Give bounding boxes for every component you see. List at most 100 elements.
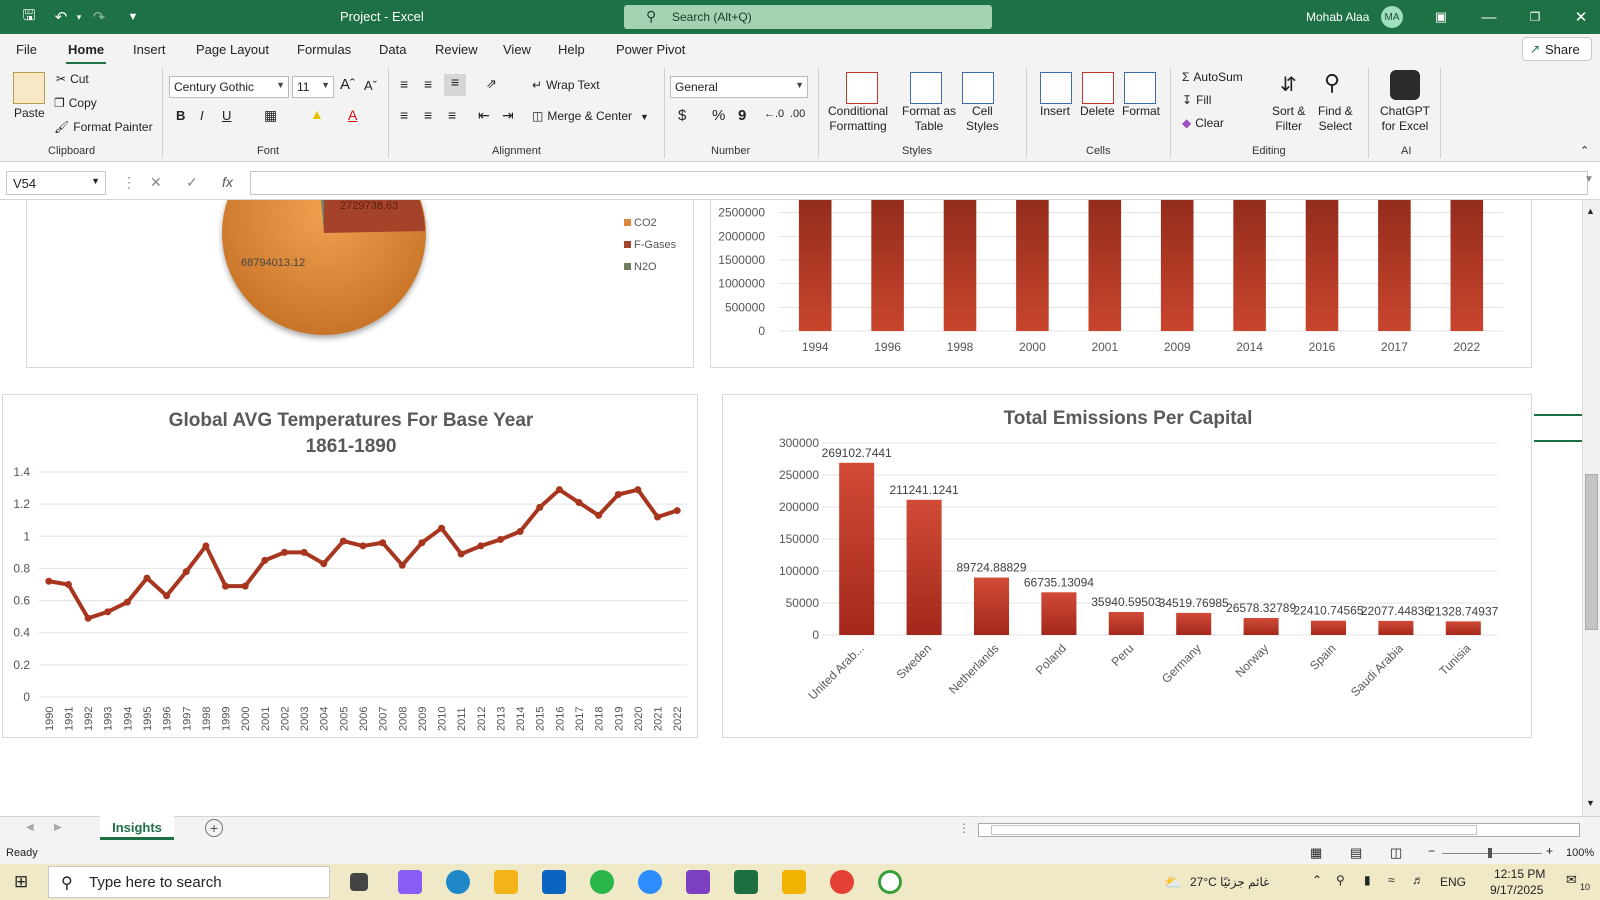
merge-center-button[interactable]: ◫ Merge & Center ▼ — [532, 109, 649, 123]
zoom-app-icon[interactable] — [638, 870, 662, 894]
horizontal-scroll-thumb[interactable] — [991, 825, 1477, 835]
formula-input[interactable] — [250, 171, 1588, 195]
zoom-out-icon[interactable]: − — [1428, 844, 1435, 858]
clock-date[interactable]: 9/17/2025 — [1490, 883, 1543, 897]
ribbon-display-icon[interactable]: ▣ — [1430, 6, 1452, 28]
align-right-icon[interactable]: ≡ — [448, 107, 456, 123]
tab-insert[interactable]: Insert — [133, 42, 166, 57]
borders-icon[interactable]: ▦ — [264, 107, 277, 124]
temperature-line-chart-container[interactable]: Global AVG Temperatures For Base Year 18… — [2, 394, 698, 738]
tab-home[interactable]: Home — [68, 42, 104, 57]
tab-formulas[interactable]: Formulas — [297, 42, 351, 57]
scroll-up-icon[interactable]: ▲ — [1586, 206, 1595, 216]
expand-formula-icon[interactable]: ▼ — [1584, 174, 1594, 185]
fill-button[interactable]: ↧ Fill — [1182, 93, 1211, 107]
undo-dropdown-icon[interactable]: ▾ — [68, 6, 90, 28]
scroll-thumb[interactable] — [1585, 474, 1598, 630]
windows-start-icon[interactable]: ⊞ — [14, 872, 28, 892]
battery-icon[interactable]: ▮ — [1364, 873, 1371, 887]
sort-filter-icon[interactable]: ⇵ — [1280, 72, 1297, 97]
cancel-entry-icon[interactable]: ✕ — [150, 174, 162, 191]
worksheet-grid[interactable]: 68794013.12 2729738.63 CO2 F-Gases N2O 3… — [0, 200, 1582, 816]
underline-icon[interactable]: U — [222, 108, 231, 123]
chrome-icon[interactable] — [830, 870, 854, 894]
add-sheet-icon[interactable]: + — [205, 819, 223, 837]
decrease-decimal-icon[interactable]: .00 — [790, 108, 805, 120]
next-sheet-icon[interactable]: ▶ — [54, 822, 62, 833]
wifi-icon[interactable]: ≈ — [1388, 873, 1395, 887]
confirm-entry-icon[interactable]: ✓ — [186, 174, 198, 191]
conditional-formatting-icon[interactable] — [846, 72, 878, 104]
sort-filter-button[interactable]: Sort & Filter — [1272, 104, 1305, 134]
visual-studio-icon[interactable] — [686, 870, 710, 894]
tab-view[interactable]: View — [503, 42, 531, 57]
user-name[interactable]: Mohab Alaa — [1306, 10, 1369, 24]
maximize-icon[interactable]: ❐ — [1524, 6, 1546, 28]
increase-font-icon[interactable]: Aˆ — [340, 76, 355, 93]
tray-chevron-icon[interactable]: ⌃ — [1312, 873, 1322, 887]
network-icon[interactable]: ⚲ — [1336, 873, 1345, 887]
insert-cells-icon[interactable] — [1040, 72, 1072, 104]
format-as-table-icon[interactable] — [910, 72, 942, 104]
file-explorer-icon[interactable] — [494, 870, 518, 894]
tab-review[interactable]: Review — [435, 42, 478, 57]
tab-data[interactable]: Data — [379, 42, 406, 57]
align-left-icon[interactable]: ≡ — [400, 107, 408, 123]
cell-styles-icon[interactable] — [962, 72, 994, 104]
paste-icon[interactable] — [13, 72, 45, 104]
zoom-level[interactable]: 100% — [1566, 847, 1594, 859]
clock-time[interactable]: 12:15 PM — [1494, 867, 1545, 881]
font-name-combo[interactable]: Century Gothic ▼ — [169, 76, 289, 98]
paste-button[interactable]: Paste — [14, 106, 45, 120]
avatar[interactable]: MA — [1381, 6, 1403, 28]
minimize-icon[interactable]: — — [1478, 6, 1500, 28]
currency-icon[interactable]: $ — [678, 107, 686, 124]
font-size-combo[interactable]: 11 ▼ — [292, 76, 334, 98]
delete-cells-button[interactable]: Delete — [1080, 104, 1115, 118]
page-break-view-icon[interactable]: ◫ — [1390, 845, 1402, 861]
emissions-bar-chart-container[interactable]: Total Emissions Per Capital 300000 250000… — [722, 394, 1532, 738]
autosum-button[interactable]: Σ AutoSum — [1182, 70, 1243, 84]
redo-icon[interactable]: ↷ — [88, 6, 110, 28]
tab-help[interactable]: Help — [558, 42, 585, 57]
zoom-slider[interactable] — [1442, 853, 1542, 854]
customize-toolbar-icon[interactable]: ▼ — [122, 6, 144, 28]
year-bar-chart-container[interactable]: 3000000250000020000001500000100000050000… — [710, 200, 1532, 368]
decrease-indent-icon[interactable]: ⇤ — [478, 107, 490, 124]
search-box[interactable]: ⚲ Search (Alt+Q) — [624, 5, 992, 29]
notifications-icon[interactable]: ✉ — [1566, 872, 1577, 888]
share-button[interactable]: ↗ Share — [1522, 37, 1592, 61]
sheet-tab-insights[interactable]: Insights — [100, 816, 174, 840]
more-options-icon[interactable]: ⋮ — [122, 174, 136, 191]
wrap-text-button[interactable]: ↵ Wrap Text — [532, 78, 600, 92]
collapse-ribbon-icon[interactable]: ⌃ — [1580, 144, 1589, 157]
delete-cells-icon[interactable] — [1082, 72, 1114, 104]
align-bottom-icon[interactable]: ≡ — [444, 74, 466, 96]
language-indicator[interactable]: ENG — [1440, 875, 1466, 889]
tab-page-layout[interactable]: Page Layout — [196, 42, 269, 57]
comma-style-icon[interactable]: 9 — [738, 107, 746, 124]
font-color-icon[interactable]: A — [348, 107, 357, 123]
pie-chart-container[interactable]: 68794013.12 2729738.63 CO2 F-Gases N2O — [26, 200, 694, 368]
save-icon[interactable]: 🖫 — [18, 6, 40, 28]
tab-power-pivot[interactable]: Power Pivot — [616, 42, 685, 57]
tab-file[interactable]: File — [16, 42, 37, 57]
format-as-table-button[interactable]: Format as Table — [902, 104, 956, 134]
insert-function-icon[interactable]: fx — [222, 174, 233, 190]
zoom-in-icon[interactable]: + — [1546, 844, 1553, 858]
horizontal-scrollbar[interactable] — [978, 823, 1580, 837]
chatgpt-logo-icon[interactable] — [1390, 70, 1420, 100]
format-cells-icon[interactable] — [1124, 72, 1156, 104]
italic-icon[interactable]: I — [200, 108, 204, 123]
bold-icon[interactable]: B — [176, 108, 185, 123]
format-cells-button[interactable]: Format — [1122, 104, 1160, 118]
increase-decimal-icon[interactable]: ←.0 — [764, 108, 784, 120]
conditional-formatting-button[interactable]: Conditional Formatting — [828, 104, 888, 134]
clear-button[interactable]: ◆ Clear — [1182, 116, 1224, 130]
power-bi-icon[interactable] — [782, 870, 806, 894]
weather-icon[interactable]: ⛅ — [1164, 874, 1181, 891]
prev-sheet-icon[interactable]: ◀ — [26, 822, 34, 833]
chatgpt-button[interactable]: ChatGPT for Excel — [1380, 104, 1430, 134]
volume-icon[interactable]: ♬ — [1412, 873, 1424, 887]
copilot-icon[interactable] — [398, 870, 422, 894]
